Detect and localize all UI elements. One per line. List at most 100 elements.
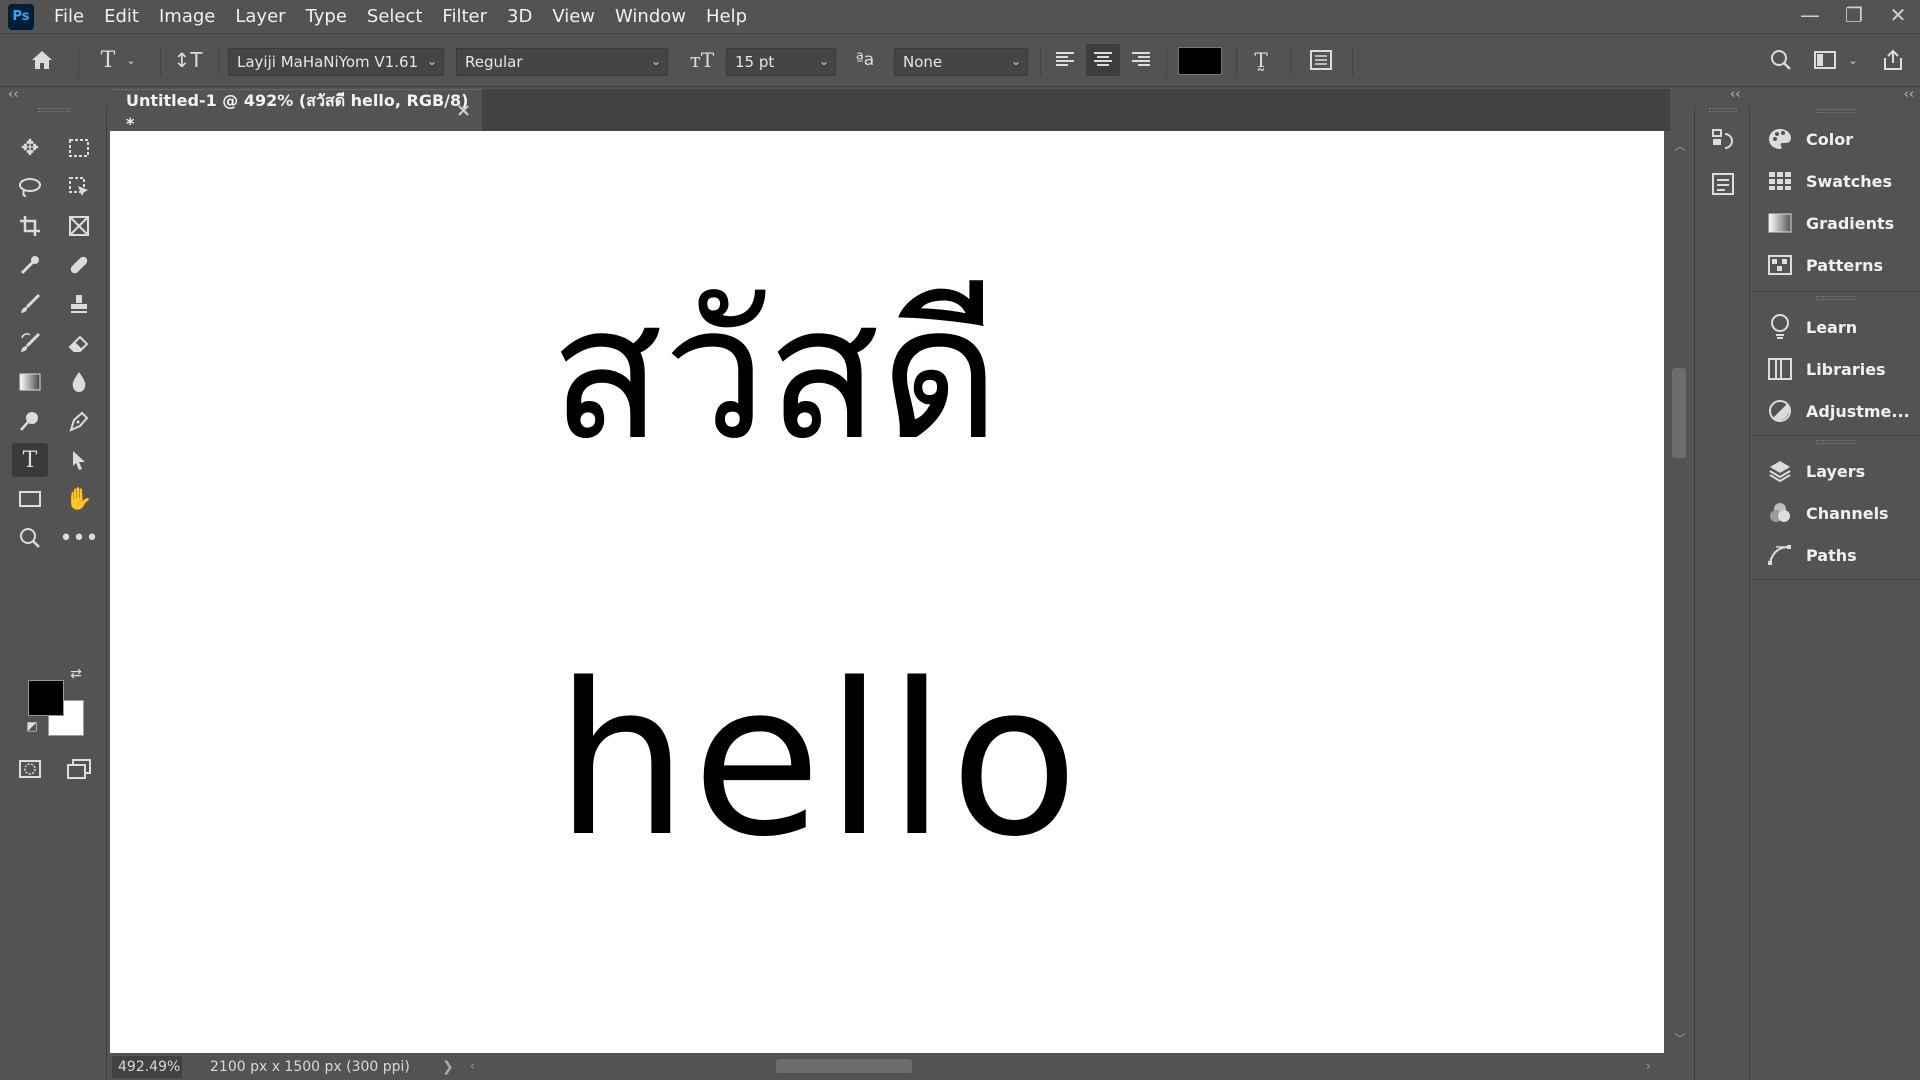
menu-bar: Ps File Edit Image Layer Type Select Fil… <box>0 0 1920 33</box>
collapse-icon[interactable]: ‹‹ <box>8 87 18 102</box>
font-style-select[interactable]: Regular ⌄ <box>456 48 668 76</box>
zoom-level-field[interactable]: 492.49% <box>112 1055 182 1078</box>
zoom-tool-icon[interactable] <box>12 521 48 555</box>
chevron-down-icon[interactable]: ⌄ <box>124 44 138 76</box>
menu-file[interactable]: File <box>44 0 94 33</box>
eraser-tool-icon[interactable] <box>61 326 97 360</box>
rectangle-tool-icon[interactable] <box>12 482 48 516</box>
scroll-up-icon[interactable]: ︿ <box>1674 137 1686 154</box>
brush-tool-icon[interactable] <box>12 287 48 321</box>
antialias-icon: ªa <box>855 50 875 70</box>
font-size-select[interactable]: 15 pt ⌄ <box>726 48 836 76</box>
clone-stamp-tool-icon[interactable] <box>61 287 97 321</box>
minimize-icon[interactable]: — <box>1788 0 1832 30</box>
canvas-text-thai[interactable]: สวัสดี <box>550 281 1000 466</box>
workspace-icon[interactable] <box>1808 44 1842 76</box>
pen-tool-icon[interactable] <box>61 404 97 438</box>
status-menu-arrow-icon[interactable]: ❯ <box>442 1059 454 1075</box>
scroll-left-icon[interactable]: ‹ <box>470 1059 475 1073</box>
collapsed-panel-strip <box>1694 106 1750 1080</box>
swap-colors-icon[interactable]: ⇄ <box>66 664 86 684</box>
chevron-down-icon: ⌄ <box>650 54 661 68</box>
path-selection-tool-icon[interactable] <box>61 443 97 477</box>
align-left-icon[interactable] <box>1048 44 1082 76</box>
chevron-down-icon: ⌄ <box>426 54 437 68</box>
panels-collapse-bar[interactable]: ‹‹ ‹‹ <box>1694 87 1920 105</box>
tools-panel: ✥ T ✋ ••• ⇄ ◩ <box>0 106 107 1080</box>
menu-edit[interactable]: Edit <box>94 0 149 33</box>
more-tools-icon[interactable]: ••• <box>60 521 99 555</box>
vertical-scrollbar[interactable]: ︿ ﹀ <box>1664 131 1694 1053</box>
home-icon[interactable] <box>24 44 60 76</box>
align-right-icon[interactable] <box>1124 44 1158 76</box>
menu-type[interactable]: Type <box>296 0 357 33</box>
vertical-scroll-thumb[interactable] <box>1672 368 1686 458</box>
type-tool-preset-icon[interactable]: T <box>90 44 126 76</box>
menu-help[interactable]: Help <box>696 0 757 33</box>
font-size-value: 15 pt <box>735 53 775 71</box>
blur-tool-icon[interactable] <box>61 365 97 399</box>
history-brush-tool-icon[interactable] <box>12 326 48 360</box>
toggle-text-orientation-icon[interactable]: ↕T <box>170 44 206 76</box>
type-tool-icon[interactable]: T <box>12 443 48 477</box>
healing-brush-tool-icon[interactable] <box>61 248 97 282</box>
document-tab-title: Untitled-1 @ 492% (สวัสดี hello, RGB/8) … <box>126 90 469 133</box>
menu-image[interactable]: Image <box>149 0 225 33</box>
share-icon[interactable] <box>1876 44 1910 76</box>
window-controls: — ❐ ✕ <box>1788 0 1920 33</box>
photoshop-logo-icon: Ps <box>8 3 34 30</box>
horizontal-scrollbar[interactable]: ‹ › <box>470 1053 1694 1080</box>
warp-text-icon[interactable]: T̰ <box>1244 44 1278 76</box>
font-family-select[interactable]: Layiji MaHaNiYom V1.61 ⌄ <box>228 48 444 76</box>
options-bar: T ⌄ ↕T Layiji MaHaNiYom V1.61 ⌄ Regular … <box>0 33 1920 87</box>
menu-filter[interactable]: Filter <box>432 0 497 33</box>
eyedropper-tool-icon[interactable] <box>12 248 48 282</box>
hand-tool-icon[interactable]: ✋ <box>61 482 97 516</box>
menu-layer[interactable]: Layer <box>225 0 295 33</box>
object-selection-tool-icon[interactable] <box>61 170 97 204</box>
chevron-down-icon: ⌄ <box>818 54 829 68</box>
font-style-value: Regular <box>465 53 523 71</box>
document-info: 2100 px x 1500 px (300 ppi) <box>210 1058 410 1075</box>
close-icon[interactable]: ✕ <box>1876 0 1920 30</box>
antialias-select[interactable]: None ⌄ <box>894 48 1028 76</box>
chevron-down-icon: ⌄ <box>1010 54 1021 68</box>
status-bar: 492.49% 2100 px x 1500 px (300 ppi) ❯ <box>110 1053 470 1080</box>
screen-mode-icon[interactable] <box>61 752 97 786</box>
frame-tool-icon[interactable] <box>61 209 97 243</box>
scroll-right-icon[interactable]: › <box>1646 1059 1651 1073</box>
canvas-workspace: สวัสดี hello <box>110 131 1664 1053</box>
crop-tool-icon[interactable] <box>12 209 48 243</box>
close-icon[interactable]: × <box>456 100 471 121</box>
character-panel-icon[interactable] <box>1304 44 1338 76</box>
marquee-tool-icon[interactable] <box>61 131 97 165</box>
antialias-value: None <box>903 53 943 71</box>
quick-mask-icon[interactable] <box>12 752 48 786</box>
align-center-icon[interactable] <box>1086 44 1120 76</box>
text-color-swatch[interactable] <box>1178 47 1222 75</box>
default-colors-icon[interactable]: ◩ <box>24 718 40 734</box>
horizontal-scroll-thumb[interactable] <box>776 1059 912 1073</box>
restore-icon[interactable]: ❐ <box>1832 0 1876 30</box>
document-canvas[interactable]: สวัสดี hello <box>110 131 1664 1053</box>
move-tool-icon[interactable]: ✥ <box>12 131 48 165</box>
dodge-tool-icon[interactable] <box>12 404 48 438</box>
document-tab[interactable]: Untitled-1 @ 492% (สวัสดี hello, RGB/8) … <box>110 89 482 133</box>
search-icon[interactable] <box>1764 44 1798 76</box>
canvas-text-hello[interactable]: hello <box>555 656 1082 866</box>
lasso-tool-icon[interactable] <box>12 170 48 204</box>
gradient-tool-icon[interactable] <box>12 365 48 399</box>
chevron-down-icon[interactable]: ⌄ <box>1846 44 1860 76</box>
history-panel-icon[interactable] <box>1705 122 1741 158</box>
scroll-down-icon[interactable]: ﹀ <box>1674 1030 1686 1047</box>
menu-view[interactable]: View <box>542 0 605 33</box>
menu-select[interactable]: Select <box>357 0 433 33</box>
foreground-color-swatch[interactable] <box>28 680 64 716</box>
collapse-icon[interactable]: ‹‹ <box>1730 87 1740 102</box>
font-family-value: Layiji MaHaNiYom V1.61 <box>237 53 419 71</box>
menu-window[interactable]: Window <box>605 0 696 33</box>
collapse-icon[interactable]: ‹‹ <box>1904 87 1914 102</box>
toolbar-collapse-bar[interactable]: ‹‹ <box>0 87 108 105</box>
properties-panel-icon[interactable] <box>1705 166 1741 202</box>
menu-3d[interactable]: 3D <box>497 0 542 33</box>
